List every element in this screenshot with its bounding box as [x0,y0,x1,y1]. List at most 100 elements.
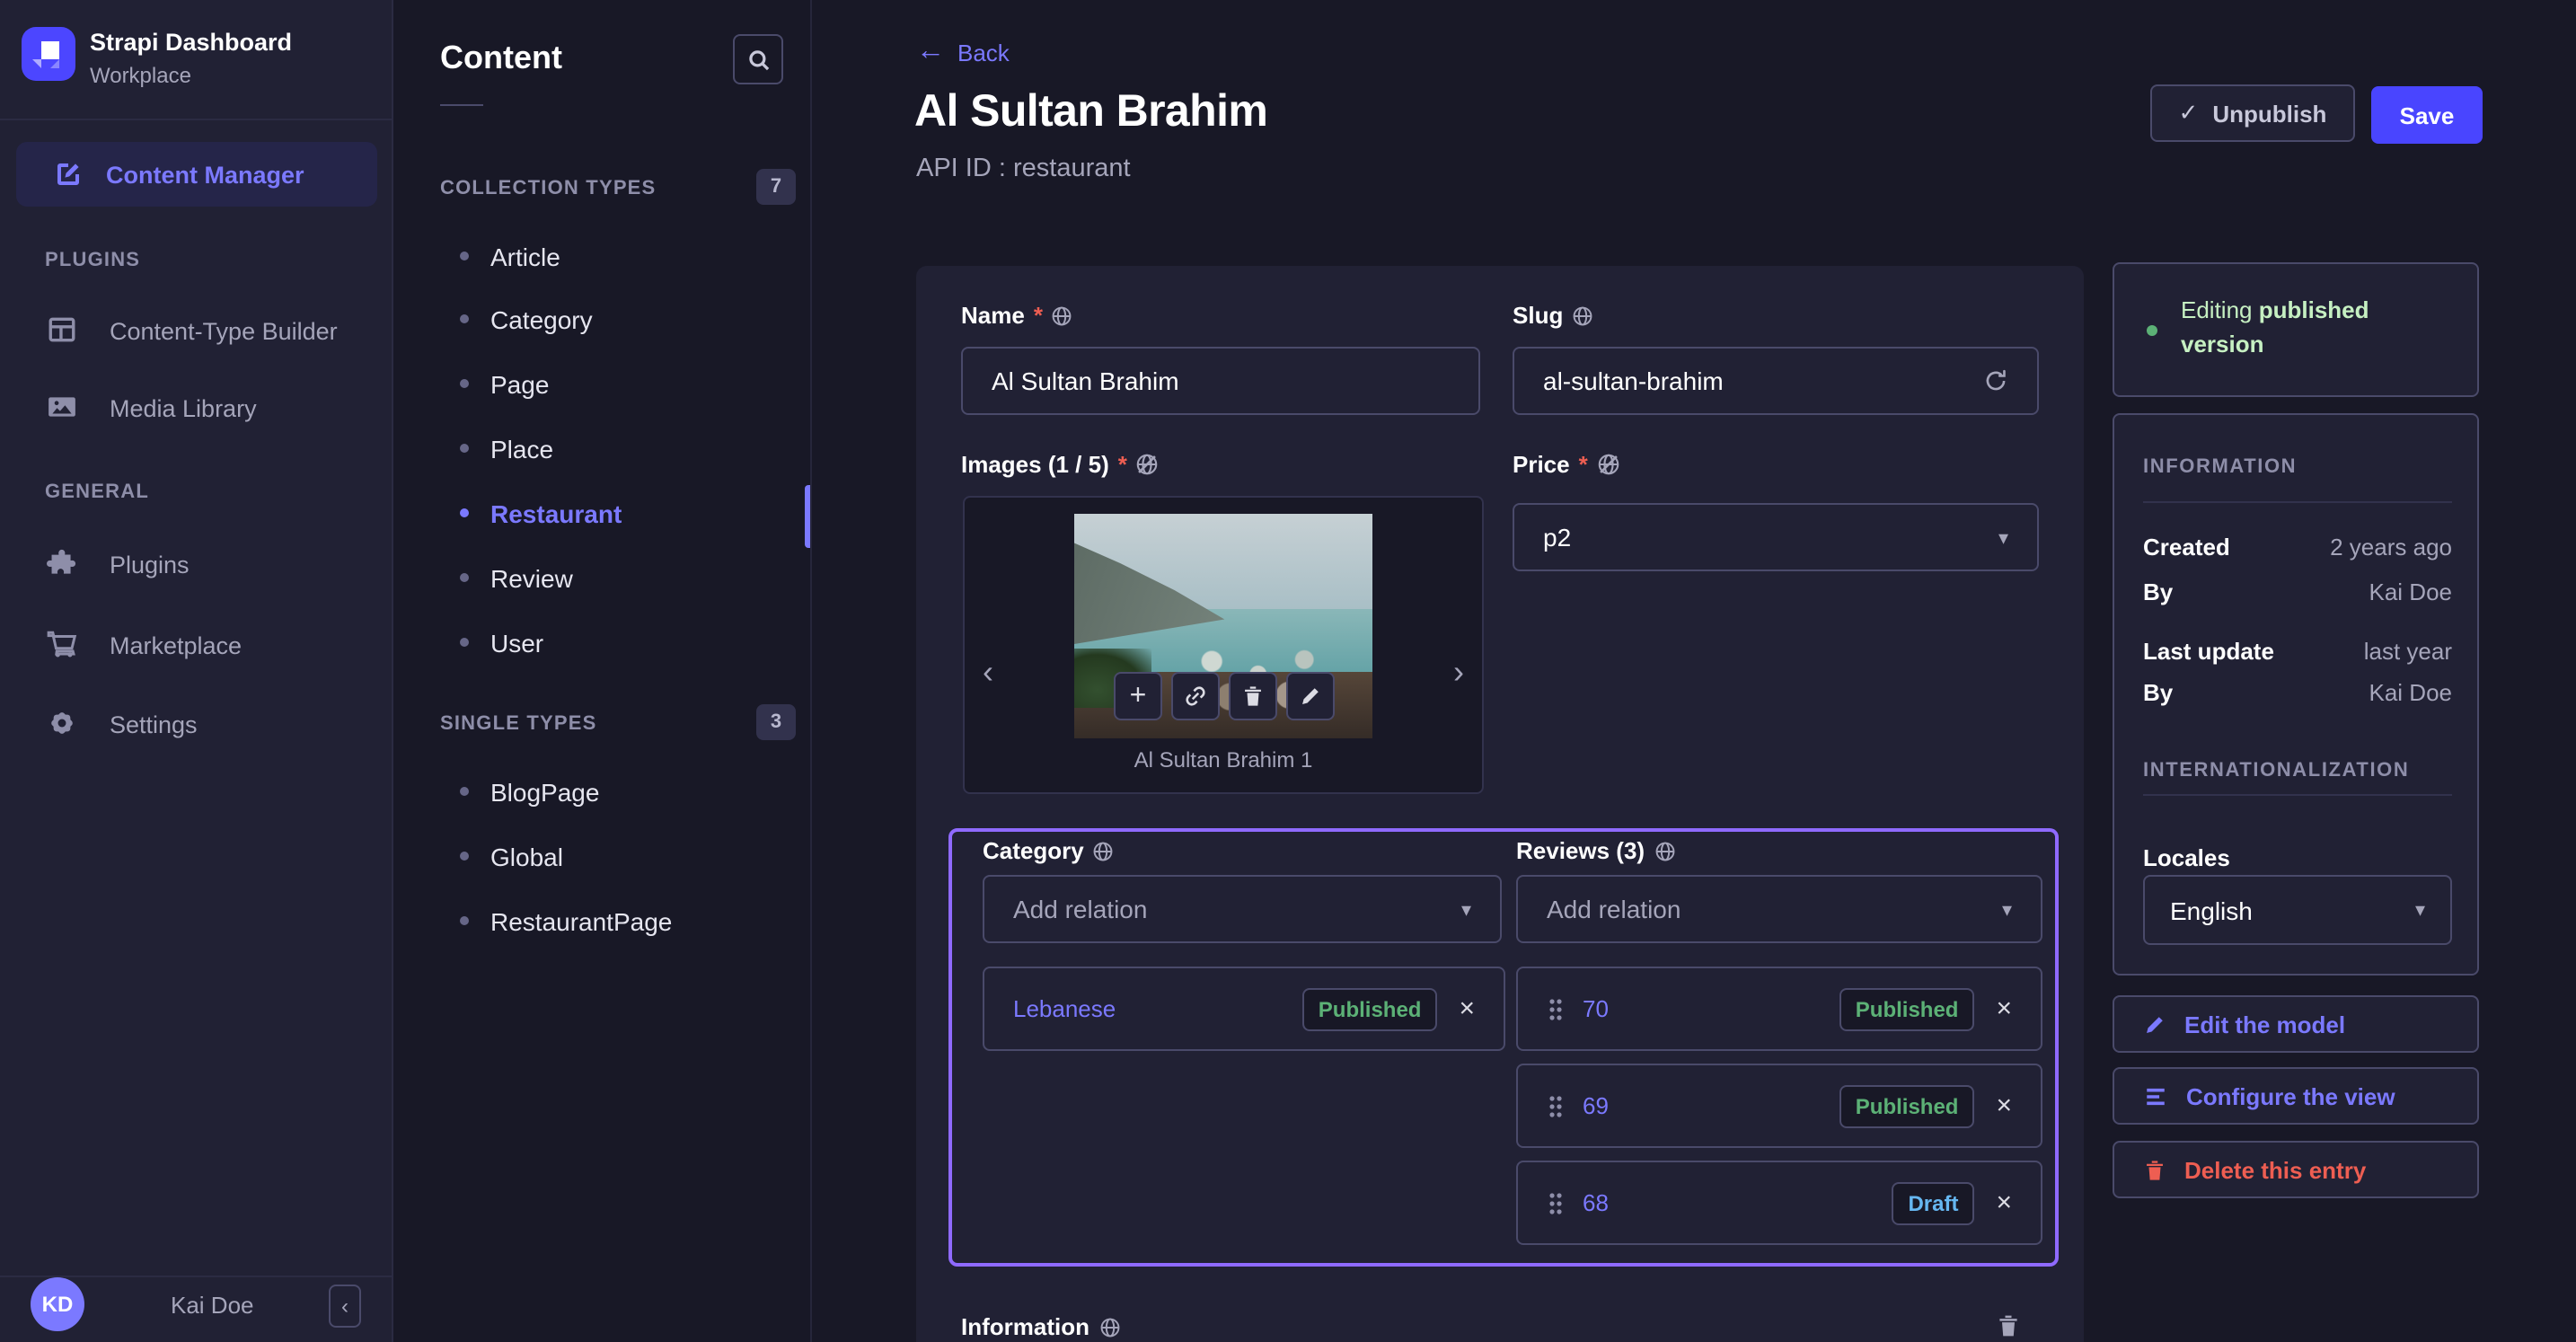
remove-relation-button[interactable]: × [1459,995,1475,1022]
content-subnav: Content COLLECTION TYPES 7 Article Categ… [393,0,812,1342]
bullet-icon [460,444,469,453]
relation-link[interactable]: 70 [1583,995,1609,1022]
drag-handle-icon[interactable] [1547,996,1565,1021]
save-button[interactable]: Save [2371,86,2483,144]
chevron-down-icon: ▾ [2414,900,2425,922]
pencil-icon [2147,1016,2163,1032]
copy-link-button[interactable] [1171,672,1220,720]
bullet-icon [460,852,469,861]
price-select[interactable]: p2 ▾ [1513,503,2039,571]
puzzle-icon [47,549,76,574]
sidebar-item-settings[interactable]: Settings [0,697,393,751]
information-panel: INFORMATION Created 2 years ago By Kai Doe… [2113,413,2479,976]
regenerate-icon[interactable] [1983,368,2008,393]
carousel-prev-button[interactable]: ‹ [983,656,993,688]
subnav-item-review[interactable]: Review [393,555,810,605]
configure-view-button[interactable]: Configure the view [2113,1067,2479,1125]
layout-icon [49,317,75,342]
remove-relation-button[interactable]: × [1996,1092,2012,1119]
editing-status-text: Editing published version [2181,296,2369,358]
bullet-icon [460,314,469,323]
subnav-item-restaurantpage[interactable]: RestaurantPage [393,898,810,949]
relation-link[interactable]: 68 [1583,1189,1609,1216]
reviews-add-relation-select[interactable]: Add relation ▾ [1516,875,2042,943]
last-update-row: Last update last year [2143,638,2452,665]
slug-input[interactable]: al-sultan-brahim [1513,347,2039,415]
status-badge: Published [1301,987,1438,1030]
status-badge: Published [1839,987,1975,1030]
trash-icon [1245,686,1261,706]
collection-types-header: COLLECTION TYPES [440,178,657,199]
content-manager-icon [57,163,79,185]
locale-select[interactable]: English ▾ [2143,875,2452,945]
edit-form-card: Name * Al Sultan Brahim Slug al-sultan-br… [916,266,2084,1342]
strapi-logo-icon [22,27,75,81]
bullet-icon [460,379,469,388]
carousel-next-button[interactable]: › [1453,656,1464,688]
delete-entry-button[interactable]: Delete this entry [2113,1141,2479,1198]
subnav-item-article[interactable]: Article [393,234,810,284]
subnav-item-category[interactable]: Category [393,296,810,347]
price-field-label: Price * [1513,451,1620,478]
name-input[interactable]: Al Sultan Brahim [961,347,1480,415]
cart-icon [47,631,77,658]
images-carousel: ‹ › + Al Sultan Brahim 1 [963,496,1484,794]
globe-icon [1099,1317,1119,1337]
unpublish-button[interactable]: ✓ Unpublish [2150,84,2355,142]
collection-types-count-badge: 7 [756,169,796,205]
pencil-icon [1302,688,1319,704]
sidebar-item-plugins[interactable]: Plugins [0,537,393,591]
category-add-relation-select[interactable]: Add relation ▾ [983,875,1502,943]
delete-image-button[interactable] [1229,672,1277,720]
single-types-header: SINGLE TYPES [440,713,597,735]
search-button[interactable] [733,34,783,84]
main-sidebar: Strapi Dashboard Workplace Content Manag… [0,0,393,1342]
remove-relation-button[interactable]: × [1996,1189,2012,1216]
back-arrow-icon: ← [916,36,945,66]
relations-component-box: Category Add relation ▾ Lebanese Publish… [948,828,2059,1267]
slug-field-label: Slug [1513,302,1593,329]
drag-handle-icon[interactable] [1547,1093,1565,1118]
drag-handle-icon[interactable] [1547,1190,1565,1215]
back-link[interactable]: ← Back [916,36,1010,66]
subnav-item-place[interactable]: Place [393,426,810,476]
sidebar-item-label: Marketplace [110,632,243,659]
subnav-item-user[interactable]: User [393,620,810,670]
sidebar-item-content-manager[interactable]: Content Manager [16,142,377,207]
gear-icon [51,712,73,734]
workspace-label: Workplace [90,63,191,88]
bullet-icon [460,638,469,647]
delete-component-button[interactable] [1996,1313,2021,1338]
api-id-label: API ID : restaurant [916,155,1131,183]
sidebar-item-content-type-builder[interactable]: Content-Type Builder [0,304,393,358]
add-image-button[interactable]: + [1114,672,1162,720]
nav-section-plugins: PLUGINS [45,250,141,271]
information-field-label: Information [961,1313,1120,1340]
relation-link[interactable]: Lebanese [1013,995,1116,1022]
subnav-item-restaurant[interactable]: Restaurant [393,490,810,541]
status-badge: Published [1839,1084,1975,1127]
edit-model-button[interactable]: Edit the model [2113,995,2479,1053]
divider [2143,501,2452,503]
subnav-item-page[interactable]: Page [393,361,810,411]
internationalization-header: INTERNATIONALIZATION [2143,760,2410,781]
sidebar-item-marketplace[interactable]: Marketplace [0,618,393,672]
subnav-item-blogpage[interactable]: BlogPage [393,769,810,819]
subnav-item-global[interactable]: Global [393,834,810,884]
reviews-field-label: Reviews (3) [1516,837,1675,864]
sidebar-item-media-library[interactable]: Media Library [0,381,393,435]
bullet-icon [460,508,469,517]
remove-relation-button[interactable]: × [1996,995,2012,1022]
media-icon [49,397,75,417]
nav-section-general: GENERAL [45,481,149,503]
review-relation-item: 69 Published × [1516,1064,2042,1148]
avatar[interactable]: KD [31,1277,84,1331]
chevron-down-icon: ▾ [1460,899,1471,921]
edit-image-button[interactable] [1286,672,1335,720]
locales-label: Locales [2143,844,2230,871]
relation-link[interactable]: 69 [1583,1092,1609,1119]
collapse-sidebar-button[interactable]: ‹ [329,1285,361,1328]
sidebar-item-label: Media Library [110,395,257,422]
updated-by-row: By Kai Doe [2143,679,2452,706]
sidebar-item-label: Settings [110,711,198,738]
